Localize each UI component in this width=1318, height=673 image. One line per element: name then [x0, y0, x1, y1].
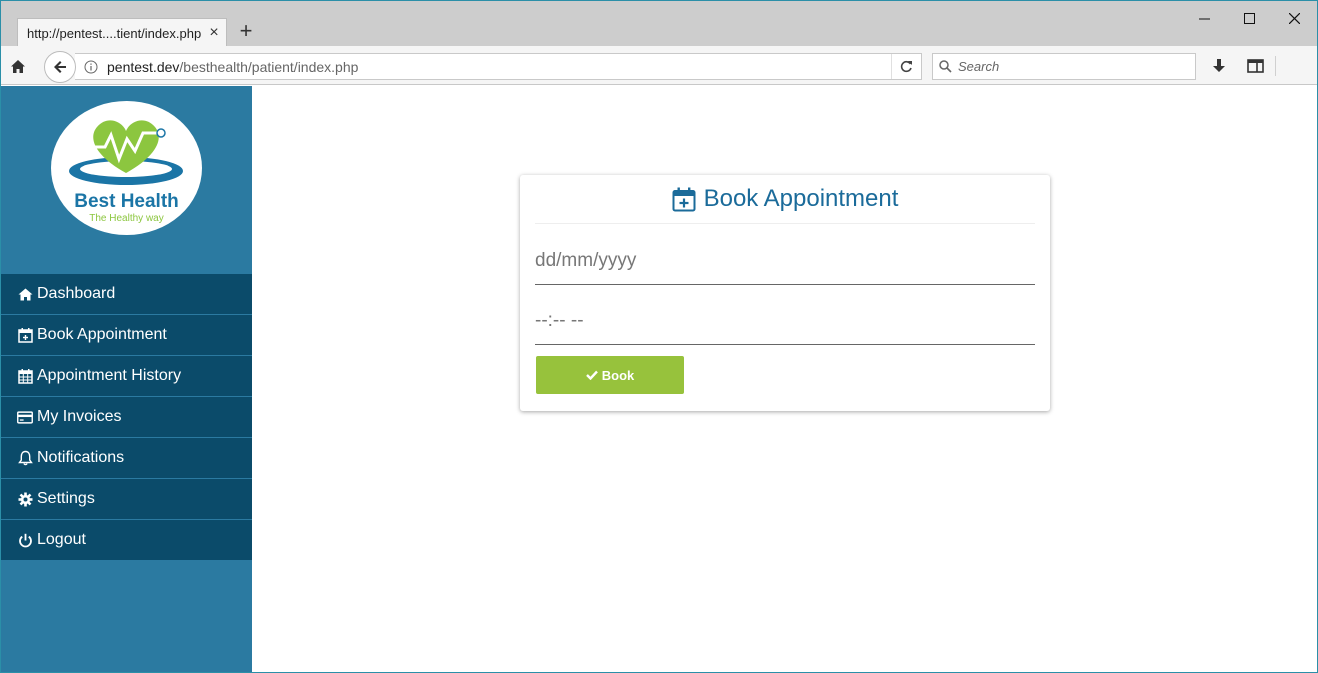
download-icon: [1213, 59, 1225, 72]
tab-title: http://pentest....tient/index.php: [27, 25, 202, 41]
search-icon: [939, 60, 952, 73]
url-text[interactable]: pentest.dev/besthealth/patient/index.php: [103, 59, 891, 75]
site-info-icon[interactable]: [79, 54, 103, 79]
sidebar-item-settings[interactable]: Settings: [1, 479, 252, 520]
sidebar-item-notifications[interactable]: Notifications: [1, 438, 252, 479]
date-field[interactable]: [535, 237, 1035, 285]
gear-icon: [17, 491, 33, 507]
home-button[interactable]: [7, 55, 29, 77]
home-icon: [11, 59, 25, 73]
tab-close-icon[interactable]: ×: [202, 24, 226, 42]
sidebar-menu: Dashboard Book Appointment Appointment H…: [1, 274, 252, 561]
minimize-button[interactable]: [1181, 5, 1227, 31]
downloads-button[interactable]: [1208, 55, 1230, 77]
navigation-bar: pentest.dev/besthealth/patient/index.php: [1, 46, 1317, 85]
sidebar-item-label: My Invoices: [37, 408, 122, 425]
toolbar-divider: [1275, 56, 1276, 76]
calendar-plus-icon: [672, 186, 696, 212]
logo: Best Health The Healthy way: [51, 101, 202, 235]
url-host: pentest.dev: [107, 58, 180, 75]
back-button[interactable]: [44, 51, 76, 83]
sidebar-toggle-button[interactable]: [1244, 55, 1266, 77]
book-button[interactable]: Book: [536, 356, 684, 394]
bell-icon: [17, 450, 33, 466]
search-bar[interactable]: [932, 53, 1196, 80]
maximize-button[interactable]: [1226, 5, 1272, 31]
brand-tagline: The Healthy way: [89, 213, 164, 224]
sidebar-item-dashboard[interactable]: Dashboard: [1, 274, 252, 315]
browser-tab[interactable]: http://pentest....tient/index.php ×: [17, 18, 227, 47]
arrow-left-icon: [54, 61, 66, 73]
sidebar-item-label: Settings: [37, 490, 95, 507]
sidebar-item-my-invoices[interactable]: My Invoices: [1, 397, 252, 438]
date-input[interactable]: [535, 249, 1035, 272]
brand-name: Best Health: [74, 191, 179, 212]
url-path: /besthealth/patient/index.php: [179, 58, 359, 75]
close-icon: [1288, 12, 1300, 24]
new-tab-button[interactable]: +: [234, 20, 258, 44]
time-field[interactable]: [535, 297, 1035, 345]
credit-card-icon: [17, 409, 33, 425]
sidebar-item-label: Notifications: [37, 449, 125, 466]
power-icon: [17, 532, 33, 548]
close-window-button[interactable]: [1271, 5, 1317, 31]
url-bar[interactable]: pentest.dev/besthealth/patient/index.php: [75, 53, 922, 80]
card-header: Book Appointment: [535, 175, 1035, 224]
calendar-icon: [17, 368, 33, 384]
reload-button[interactable]: [891, 54, 921, 79]
maximize-icon: [1243, 12, 1255, 24]
minimize-icon: [1198, 18, 1210, 19]
heart-logo-icon: [69, 120, 183, 185]
book-button-label: Book: [601, 367, 635, 383]
sidebar-item-label: Dashboard: [37, 285, 116, 302]
sidebar-item-label: Book Appointment: [37, 326, 167, 343]
check-icon: [585, 370, 598, 380]
browser-window: http://pentest....tient/index.php × + pe…: [0, 0, 1318, 673]
reload-icon: [900, 60, 912, 73]
sidebar-item-logout[interactable]: Logout: [1, 520, 252, 561]
title-bar: http://pentest....tient/index.php × +: [1, 1, 1317, 47]
sidebar-item-label: Appointment History: [37, 367, 182, 384]
sidebar-item-book-appointment[interactable]: Book Appointment: [1, 315, 252, 356]
book-appointment-card: Book Appointment Book: [520, 175, 1050, 411]
calendar-plus-icon: [17, 327, 33, 343]
sidebar-item-label: Logout: [37, 531, 86, 548]
home-icon: [17, 286, 33, 302]
page-content: Best Health The Healthy way Dashboard Bo…: [1, 86, 1317, 672]
sidebar-icon: [1246, 59, 1264, 73]
sidebar: Best Health The Healthy way Dashboard Bo…: [1, 86, 252, 672]
card-title: Book Appointment: [703, 185, 899, 212]
time-input[interactable]: [535, 309, 1035, 332]
search-input[interactable]: [958, 59, 1178, 74]
sidebar-item-appointment-history[interactable]: Appointment History: [1, 356, 252, 397]
